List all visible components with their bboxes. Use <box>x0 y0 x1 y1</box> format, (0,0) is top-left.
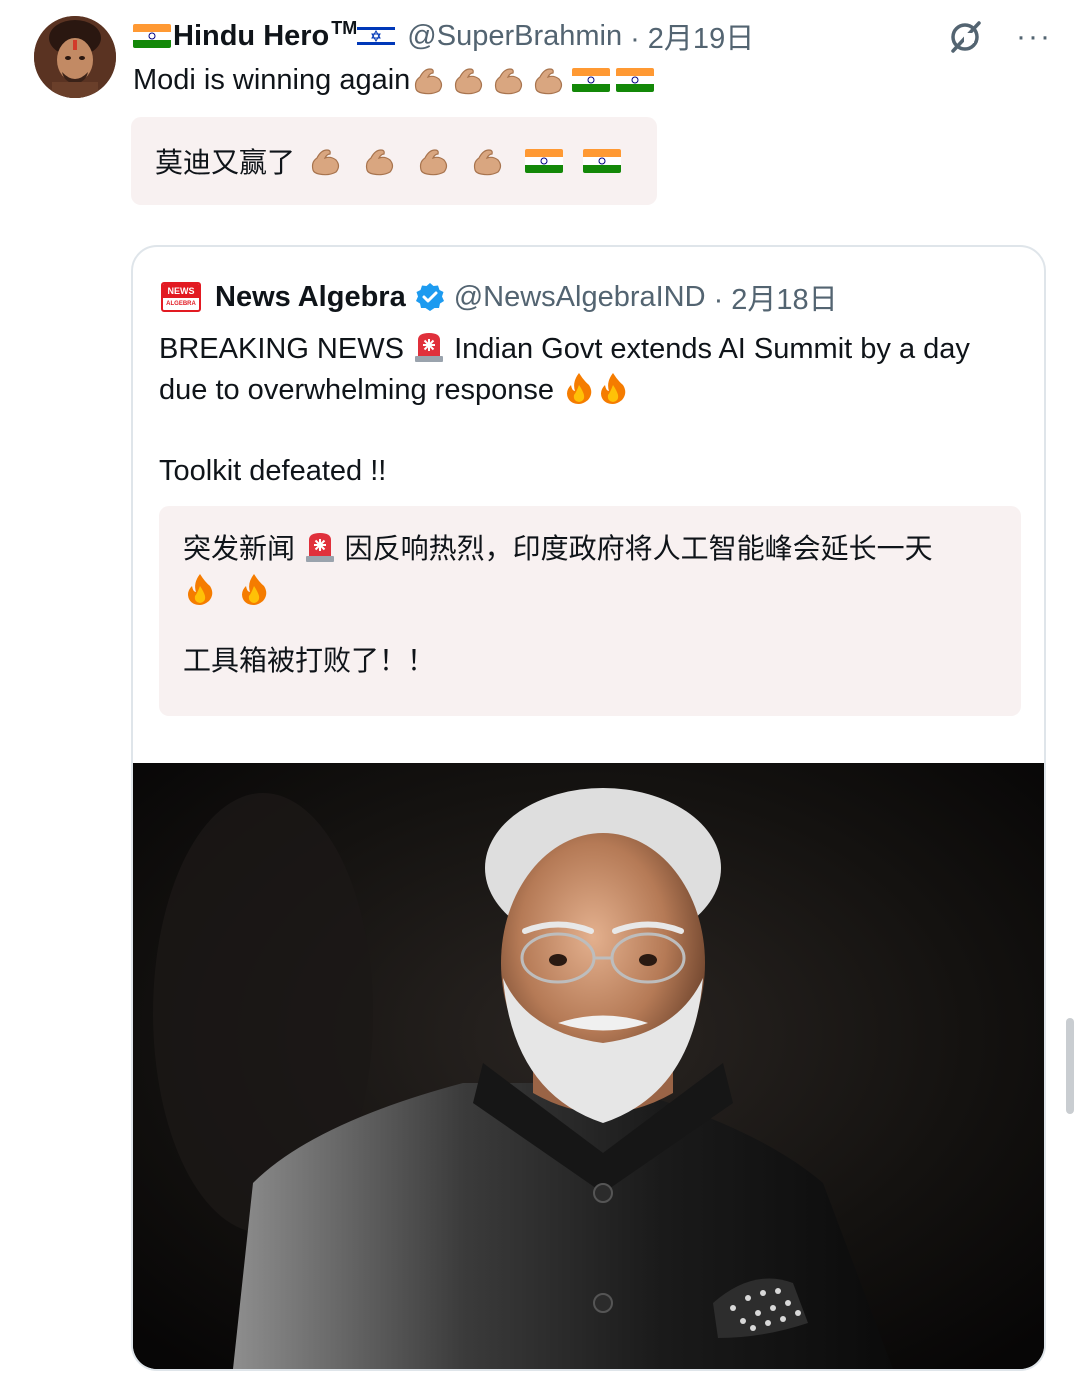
breaking-news-text: BREAKING NEWS <box>159 333 404 365</box>
india-flag-icon <box>133 24 171 48</box>
quoted-tweet-card[interactable]: NEWS ALGEBRA News Algebra @NewsAlgebraIN… <box>131 245 1046 1371</box>
avatar[interactable] <box>34 16 116 98</box>
quoted-line-2: due to overwhelming response <box>159 370 1029 411</box>
quoted-tweet-photo[interactable] <box>133 763 1044 1369</box>
flexed-biceps-icon <box>532 63 566 97</box>
flexed-biceps-icon <box>492 63 526 97</box>
quoted-date[interactable]: · 2月18日 <box>714 276 838 318</box>
rotating-light-icon <box>412 330 446 364</box>
quoted-line-1: BREAKING NEWS Indian Govt extends AI Sum… <box>159 329 1029 370</box>
tweet-body: Modi is winning again <box>133 63 411 96</box>
flexed-biceps-icon <box>309 144 343 178</box>
quoted-tweet-body: BREAKING NEWS Indian Govt extends AI Sum… <box>159 329 1029 492</box>
translation-line-3: 工具箱被打败了！！ <box>183 645 436 676</box>
portrait-photo <box>133 763 1044 1369</box>
tweet-emoji-row <box>412 63 655 97</box>
display-name[interactable]: Hindu Hero <box>173 20 329 53</box>
tweet-date[interactable]: · 2月19日 <box>630 15 754 57</box>
fire-icon <box>183 572 217 606</box>
scrollbar[interactable] <box>1066 1018 1074 1114</box>
india-flag-icon <box>616 68 655 92</box>
trademark-symbol: TM <box>331 17 358 38</box>
translation-headline-text: 因反响热烈，印度政府将人工智能峰会延长一天 <box>344 533 933 564</box>
tweet-text: Modi is winning again <box>133 60 655 100</box>
fire-icon <box>237 572 271 606</box>
quoted-display-name[interactable]: News Algebra <box>215 281 406 314</box>
headline-text: Indian Govt extends AI Summit by a day <box>454 333 970 365</box>
response-text: due to overwhelming response <box>159 374 554 406</box>
translation-emoji-row <box>309 144 622 178</box>
quoted-line-3: Toolkit defeated !! <box>159 455 387 487</box>
quoted-tweet-header: NEWS ALGEBRA News Algebra @NewsAlgebraIN… <box>161 275 838 319</box>
handle[interactable]: @SuperBrahmin <box>407 20 622 53</box>
more-options-icon[interactable]: ··· <box>1016 22 1052 52</box>
india-flag-icon <box>572 68 611 92</box>
india-flag-icon <box>583 149 622 173</box>
flexed-biceps-icon <box>471 144 505 178</box>
translation-breaking-text: 突发新闻 <box>183 533 296 564</box>
logo-top-text: NEWS <box>163 284 199 298</box>
translation-line-1: 突发新闻 因反响热烈，印度政府将人工智能峰会延长一天 <box>183 528 997 570</box>
grok-icon[interactable] <box>946 18 984 56</box>
translation-box: 莫迪又赢了 <box>131 117 657 205</box>
flexed-biceps-icon <box>412 63 446 97</box>
quoted-translation-box: 突发新闻 因反响热烈，印度政府将人工智能峰会延长一天 工具箱被打败了！！ <box>159 506 1021 716</box>
news-algebra-logo[interactable]: NEWS ALGEBRA <box>161 282 201 312</box>
quoted-handle[interactable]: @NewsAlgebraIND <box>454 281 706 314</box>
fire-icon <box>596 371 630 405</box>
israel-flag-icon <box>357 24 396 48</box>
flexed-biceps-icon <box>363 144 397 178</box>
tweet-header: Hindu Hero TM @SuperBrahmin · 2月19日 <box>133 14 754 58</box>
flexed-biceps-icon <box>417 144 451 178</box>
fire-icon <box>562 371 596 405</box>
logo-bottom-text: ALGEBRA <box>166 301 196 307</box>
india-flag-icon <box>525 149 564 173</box>
translation-fire-row <box>183 572 997 606</box>
translation-text: 莫迪又赢了 <box>155 147 296 178</box>
rotating-light-icon <box>303 530 337 564</box>
tweet-actions: ··· <box>946 18 1052 56</box>
avatar-image <box>34 16 116 98</box>
verified-badge-icon <box>414 281 446 313</box>
flexed-biceps-icon <box>452 63 486 97</box>
